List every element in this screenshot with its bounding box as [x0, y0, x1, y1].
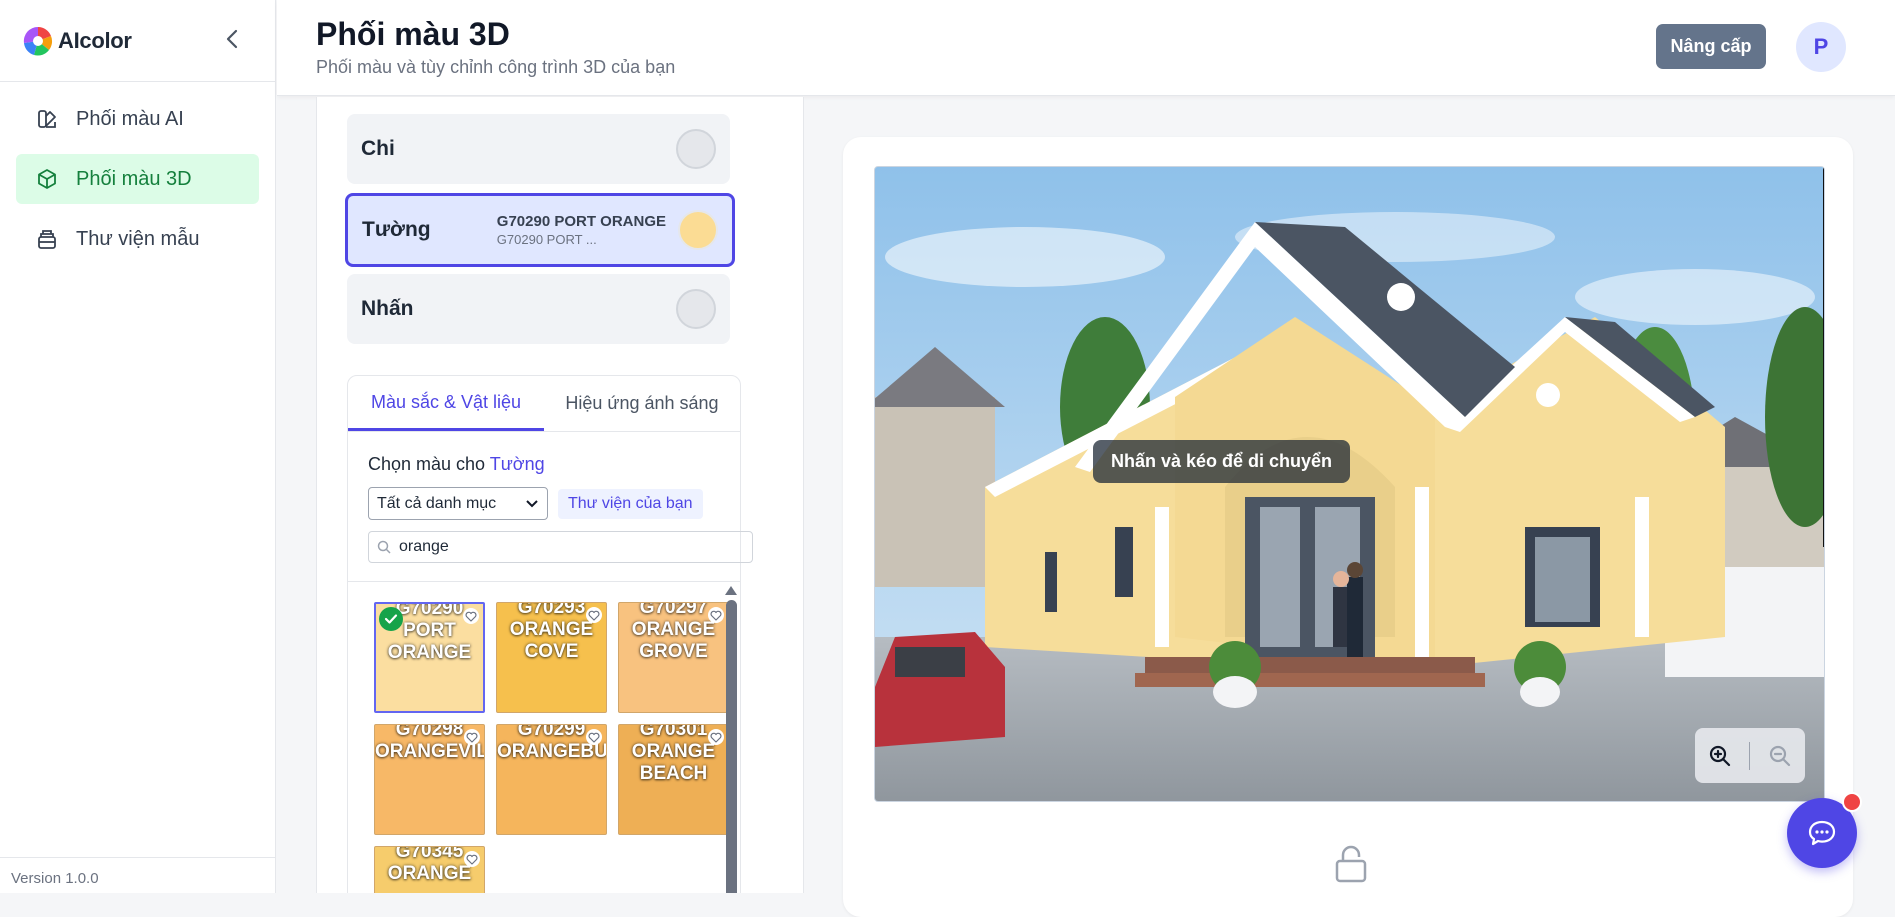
paint-palette-icon: [38, 110, 56, 128]
tab-lighting-effects[interactable]: Hiệu ứng ánh sáng: [544, 376, 740, 431]
scrollbar[interactable]: [726, 600, 737, 893]
your-library-button[interactable]: Thư viện của bạn: [558, 489, 703, 519]
sidebar-item-label: Phối màu 3D: [76, 167, 192, 190]
logo-row: AIcolor: [0, 0, 275, 82]
part-color-info: G70290 PORT ORANGE G70290 PORT ...: [497, 213, 666, 247]
scroll-up-arrow[interactable]: [725, 586, 737, 595]
color-swatch[interactable]: G70345 ORANGE: [374, 846, 485, 893]
swatch-label-line: ORANGE: [631, 619, 716, 640]
part-color-name: G70290 PORT ORANGE: [496, 213, 666, 230]
zoom-in-icon: [1709, 745, 1730, 766]
part-color-swatch: [678, 210, 718, 250]
tab-colors-materials[interactable]: Màu sắc & Vật liệu: [348, 376, 544, 431]
part-color-swatch: [676, 289, 716, 329]
check-icon: [379, 607, 403, 631]
choose-prefix: Chọn màu cho: [368, 454, 486, 474]
part-color-code: G70290 PORT ...: [496, 232, 597, 247]
category-select[interactable]: Tất cả danh mục: [368, 487, 548, 520]
page-subtitle: Phối màu và tùy chỉnh công trình 3D của …: [316, 57, 676, 77]
heart-icon[interactable]: [464, 729, 480, 745]
color-swatch[interactable]: G70298ORANGEVILLE: [374, 724, 485, 835]
avatar[interactable]: P: [1796, 22, 1846, 72]
heart-icon[interactable]: [586, 729, 602, 745]
part-label: Chi: [361, 137, 395, 160]
sidebar-item-ai-color[interactable]: Phối màu AI: [16, 94, 259, 144]
swatch-grid: G70290 PORT ORANGE G70293 ORANGE COVE G70297 OR…: [348, 581, 741, 893]
swatch-label-line: ORANGE: [509, 619, 594, 640]
picker-box: Màu sắc & Vật liệu Hiệu ứng ánh sáng Chọ…: [347, 375, 753, 893]
app-name: AIcolor: [58, 27, 132, 53]
page-title: Phối màu 3D: [316, 16, 510, 52]
house-render: [875, 167, 1824, 801]
swatch-label-line: ORANGEBURG: [497, 741, 607, 762]
color-panel: Chi Tường G70290 PORT ORANGE G70290 PORT…: [316, 97, 804, 893]
heart-icon[interactable]: [708, 729, 724, 745]
heart-icon[interactable]: [708, 607, 724, 623]
color-swatch[interactable]: G70293 ORANGE COVE: [496, 602, 607, 713]
sidebar-nav: Phối màu AI Phối màu 3D Thư viện mẫu: [0, 82, 275, 286]
search-input[interactable]: [399, 538, 739, 556]
collapse-sidebar-button[interactable]: [219, 26, 245, 52]
drag-hint: Nhấn và kéo để di chuyển: [1093, 440, 1350, 483]
zoom-separator: [1749, 741, 1751, 770]
chat-bubble-icon: [1808, 820, 1836, 846]
part-tuong[interactable]: Tường G70290 PORT ORANGE G70290 PORT ...: [345, 193, 735, 267]
library-icon: [38, 230, 56, 249]
zoom-out-icon: [1770, 745, 1791, 766]
sidebar-item-library[interactable]: Thư viện mẫu: [16, 214, 259, 264]
sidebar: AIcolor Phối màu AI Phối màu 3D Thư viện…: [0, 0, 276, 893]
heart-icon[interactable]: [586, 607, 602, 623]
chevron-down-icon: [526, 499, 538, 507]
zoom-controls: [1695, 728, 1805, 783]
sidebar-item-label: Thư viện mẫu: [76, 227, 200, 250]
search-icon: [377, 540, 391, 554]
notification-dot: [1842, 792, 1862, 812]
choose-part-name: Tường: [489, 454, 545, 474]
lock-icon[interactable]: [1334, 845, 1368, 888]
swatch-label-line: ORANGEVILLE: [375, 741, 484, 762]
swatch-label-line: COVE: [524, 641, 579, 662]
sidebar-item-label: Phối màu AI: [76, 107, 184, 130]
swatch-label-line: ORANGE: [387, 642, 472, 663]
app-version: Version 1.0.0: [0, 857, 275, 893]
color-swatch[interactable]: G70290 PORT ORANGE: [374, 602, 485, 713]
zoom-in-button[interactable]: [1700, 736, 1740, 776]
swatch-label-line: ORANGE: [387, 863, 472, 884]
color-swatch[interactable]: G70301 ORANGE BEACH: [618, 724, 729, 835]
color-swatch[interactable]: G70299ORANGEBURG: [496, 724, 607, 835]
logo-icon: [22, 25, 54, 57]
heart-icon[interactable]: [463, 608, 479, 624]
picker-tabs: Màu sắc & Vật liệu Hiệu ứng ánh sáng: [348, 376, 740, 432]
part-label: Tường: [362, 218, 431, 241]
part-color-swatch: [676, 129, 716, 169]
swatch-label-line: BEACH: [639, 763, 708, 784]
part-label: Nhấn: [361, 297, 414, 320]
cube-icon: [38, 169, 56, 189]
color-swatch[interactable]: G70297 ORANGE GROVE: [618, 602, 729, 713]
choose-color-heading: Chọn màu cho Tường: [368, 454, 545, 475]
part-nhan[interactable]: Nhấn: [347, 274, 730, 344]
category-select-value: Tất cả danh mục: [377, 494, 497, 512]
part-chi[interactable]: Chi: [347, 114, 730, 184]
upgrade-button[interactable]: Nâng cấp: [1656, 24, 1766, 69]
chevron-left-icon: [226, 29, 238, 49]
3d-viewer[interactable]: [874, 166, 1825, 802]
sidebar-item-3d-color[interactable]: Phối màu 3D: [16, 154, 259, 204]
page-header: Phối màu 3D Phối màu và tùy chỉnh công t…: [277, 0, 1895, 96]
heart-icon[interactable]: [464, 851, 480, 867]
swatch-label-line: ORANGE: [631, 741, 716, 762]
swatch-label-line: GROVE: [639, 641, 708, 662]
search-box: [368, 531, 753, 563]
zoom-out-button[interactable]: [1760, 736, 1800, 776]
